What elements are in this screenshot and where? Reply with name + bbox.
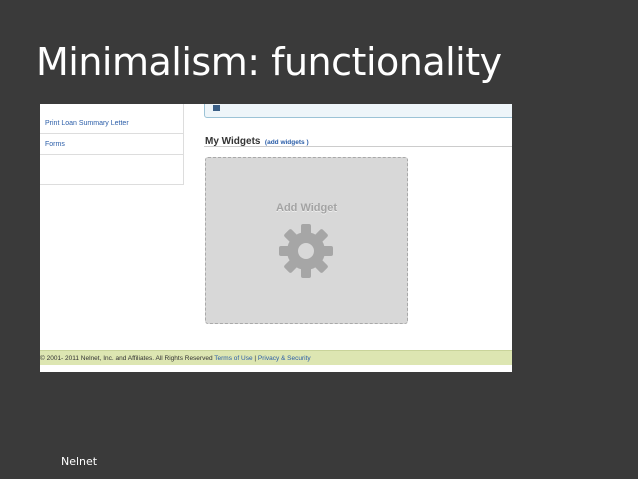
website-screenshot: Print Loan Summary Letter Forms My Widge… bbox=[40, 104, 512, 372]
add-widget-label: Add Widget bbox=[276, 202, 337, 214]
slide-footer: Nelnet bbox=[61, 455, 98, 468]
privacy-security-link[interactable]: Privacy & Security bbox=[258, 355, 311, 362]
copyright-bar: © 2001- 2011 Nelnet, Inc. and Affiliates… bbox=[40, 350, 512, 365]
slide-title: Minimalism: functionality bbox=[36, 40, 502, 84]
add-widgets-link[interactable]: (add widgets ) bbox=[265, 139, 309, 146]
footer-separator: | bbox=[254, 355, 257, 362]
sidebar-item-print-loan-summary-letter[interactable]: Print Loan Summary Letter bbox=[40, 114, 183, 134]
top-banner bbox=[204, 104, 512, 118]
sidebar-item-forms[interactable]: Forms bbox=[40, 135, 183, 155]
widgets-divider bbox=[204, 146, 512, 147]
banner-icon bbox=[213, 105, 220, 111]
copyright-text: © 2001- 2011 Nelnet, Inc. and Affiliates… bbox=[40, 355, 213, 362]
sidebar-menu: Print Loan Summary Letter Forms bbox=[40, 104, 184, 185]
slide: Minimalism: functionality Print Loan Sum… bbox=[0, 0, 638, 479]
gear-icon bbox=[279, 224, 333, 278]
add-widget-button[interactable]: Add Widget bbox=[205, 157, 408, 324]
terms-of-use-link[interactable]: Terms of Use bbox=[214, 355, 252, 362]
